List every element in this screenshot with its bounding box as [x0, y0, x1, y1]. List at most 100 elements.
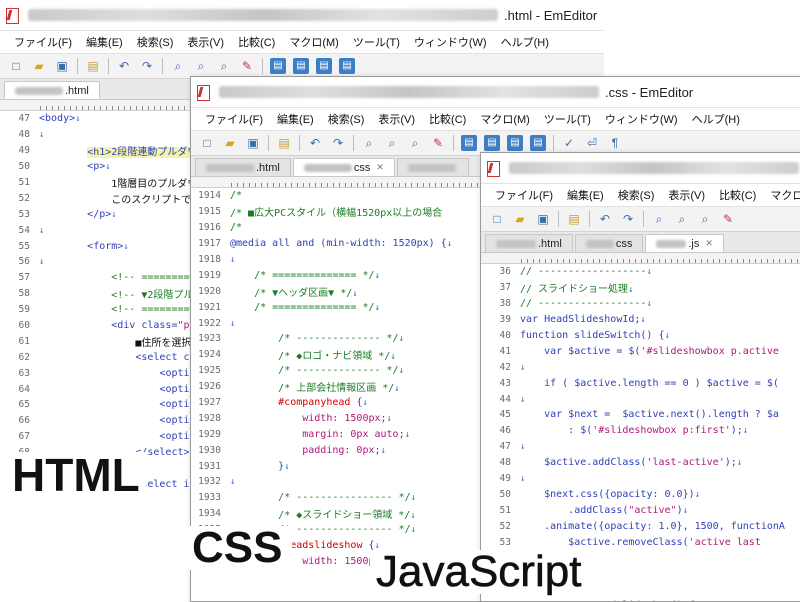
- code-text[interactable]: /* 上部会社情報区画 */↓: [225, 379, 400, 394]
- code-text[interactable]: ↓: [515, 473, 525, 484]
- new-file-icon[interactable]: □: [8, 58, 24, 74]
- code-line[interactable]: 40 function slideSwitch() {↓: [481, 328, 800, 344]
- menu-view[interactable]: 表示(V): [378, 111, 415, 127]
- code-text[interactable]: $next.css({opacity: 0.0})↓: [515, 489, 700, 500]
- code-text[interactable]: @media all and (min-width: 1520px) {↓: [225, 238, 452, 249]
- code-text[interactable]: <select clas: [34, 352, 207, 363]
- code-line[interactable]: 41 var $active = $('#slideshowbox p.acti…: [481, 343, 800, 359]
- code-text[interactable]: <!-- =========: [34, 304, 195, 315]
- menu-help[interactable]: ヘルプ(H): [692, 111, 740, 127]
- find-icon[interactable]: ⌕: [361, 135, 377, 151]
- menu-help[interactable]: ヘルプ(H): [501, 34, 549, 50]
- menu-macro[interactable]: マクロ(M): [770, 187, 800, 203]
- redo-icon[interactable]: ↷: [330, 135, 346, 151]
- code-text[interactable]: </p>↓: [34, 209, 117, 220]
- code-text[interactable]: // スライドショー処理↓: [515, 280, 633, 295]
- code-text[interactable]: // ------------------↓: [515, 298, 652, 309]
- code-text[interactable]: このスクリプトで2: [34, 191, 197, 206]
- menu-file[interactable]: ファイル(F): [205, 111, 263, 127]
- find-next-icon[interactable]: ⌕: [384, 135, 400, 151]
- code-text[interactable]: width: 1500px;↓: [225, 413, 392, 424]
- code-text[interactable]: $active.removeClass('active last: [515, 537, 761, 548]
- view-mode-icon[interactable]: ▤: [507, 135, 523, 151]
- paste-icon[interactable]: ▤: [566, 211, 582, 227]
- code-text[interactable]: /* ============== */↓: [225, 302, 380, 313]
- code-line[interactable]: 43 if ( $active.length == 0 ) $active = …: [481, 375, 800, 391]
- code-text[interactable]: function slideSwitch() {↓: [515, 330, 670, 341]
- code-text[interactable]: }↓: [225, 461, 289, 472]
- code-text[interactable]: .animate({opacity: 1.0}, 1500, functionA: [515, 521, 785, 532]
- code-line[interactable]: 51 .addClass("active")↓: [481, 502, 800, 518]
- code-text[interactable]: /* ============== */↓: [225, 270, 380, 281]
- paste-icon[interactable]: ▤: [85, 58, 101, 74]
- code-text[interactable]: // ------------------↓: [515, 266, 652, 277]
- open-folder-icon[interactable]: ▰: [222, 135, 238, 151]
- code-text[interactable]: /*: [225, 190, 242, 201]
- code-text[interactable]: /*: [225, 222, 242, 233]
- whitespace-icon[interactable]: ¶: [607, 135, 623, 151]
- code-line[interactable]: 38 // ------------------↓: [481, 296, 800, 312]
- menu-edit[interactable]: 編集(E): [567, 187, 604, 203]
- code-text[interactable]: /* ■広大PCスタイル（横幅1520px以上の場合: [225, 204, 442, 219]
- code-text[interactable]: <div class="pulld: [34, 320, 213, 331]
- view-mode-icon[interactable]: ▤: [270, 58, 286, 74]
- code-text[interactable]: ↓: [515, 362, 525, 373]
- code-text[interactable]: /* ▼ヘッダ区画▼ */↓: [225, 284, 358, 299]
- code-text[interactable]: <body>↓: [34, 113, 81, 124]
- code-line[interactable]: 36 // ------------------↓: [481, 264, 800, 280]
- view-mode-icon[interactable]: ▤: [339, 58, 355, 74]
- save-icon[interactable]: ▣: [245, 135, 261, 151]
- menu-compare[interactable]: 比較(C): [238, 34, 275, 50]
- view-mode-icon[interactable]: ▤: [530, 135, 546, 151]
- code-text[interactable]: ↓: [515, 441, 525, 452]
- code-text[interactable]: <!-- ▼2段階プルダ: [34, 286, 203, 301]
- redo-icon[interactable]: ↷: [139, 58, 155, 74]
- code-line[interactable]: 49 ↓: [481, 471, 800, 487]
- tab-css-file[interactable]: css ✕: [292, 158, 395, 176]
- tab-js-file[interactable]: [396, 158, 469, 176]
- code-text[interactable]: /* ---------------- */↓: [225, 492, 416, 503]
- code-line[interactable]: 50 $next.css({opacity: 0.0})↓: [481, 486, 800, 502]
- code-line[interactable]: 42 ↓: [481, 359, 800, 375]
- code-text[interactable]: /* ◆ロゴ・ナビ領域 */↓: [225, 347, 396, 362]
- undo-icon[interactable]: ↶: [307, 135, 323, 151]
- code-line[interactable]: 44 ↓: [481, 391, 800, 407]
- code-text[interactable]: ↓: [225, 476, 235, 487]
- find-icon[interactable]: ⌕: [170, 58, 186, 74]
- code-line[interactable]: 46 : $('#slideshowbox p:first');↓: [481, 423, 800, 439]
- menu-tools[interactable]: ツール(T): [353, 34, 400, 50]
- menu-edit[interactable]: 編集(E): [86, 34, 123, 50]
- code-line[interactable]: 52 .animate({opacity: 1.0}, 1500, functi…: [481, 518, 800, 534]
- code-text[interactable]: /* -------------- */↓: [225, 365, 404, 376]
- code-line[interactable]: 45 var $next = $active.next().length ? $…: [481, 407, 800, 423]
- menu-file[interactable]: ファイル(F): [14, 34, 72, 50]
- code-text[interactable]: /* -------------- */↓: [225, 333, 404, 344]
- code-text[interactable]: ↓: [34, 256, 44, 267]
- check-spelling-icon[interactable]: ✓: [561, 135, 577, 151]
- word-wrap-icon[interactable]: ⏎: [584, 135, 600, 151]
- view-mode-icon[interactable]: ▤: [484, 135, 500, 151]
- undo-icon[interactable]: ↶: [116, 58, 132, 74]
- code-text[interactable]: var $active = $('#slideshowbox p.active: [515, 346, 779, 357]
- code-text[interactable]: : $('#slideshowbox p:first');↓: [515, 425, 748, 436]
- view-mode-icon[interactable]: ▤: [316, 58, 332, 74]
- code-text[interactable]: .addClass("active")↓: [515, 505, 688, 516]
- menu-view[interactable]: 表示(V): [187, 34, 224, 50]
- new-file-icon[interactable]: □: [489, 211, 505, 227]
- code-text[interactable]: if ( $active.length == 0 ) $active = $(: [515, 378, 779, 389]
- menu-window[interactable]: ウィンドウ(W): [414, 34, 487, 50]
- view-mode-icon[interactable]: ▤: [461, 135, 477, 151]
- find-prev-icon[interactable]: ⌕: [697, 211, 713, 227]
- code-text[interactable]: ↓: [34, 225, 44, 236]
- code-line[interactable]: 48 $active.addClass('last-active');↓: [481, 455, 800, 471]
- code-text[interactable]: ↓: [225, 318, 235, 329]
- code-line[interactable]: 37 // スライドショー処理↓: [481, 280, 800, 296]
- save-icon[interactable]: ▣: [54, 58, 70, 74]
- paste-icon[interactable]: ▤: [276, 135, 292, 151]
- highlight-off-icon[interactable]: ✎: [239, 58, 255, 74]
- find-next-icon[interactable]: ⌕: [193, 58, 209, 74]
- code-text[interactable]: ↓: [515, 394, 525, 405]
- code-line[interactable]: 39 var HeadSlideshowId;↓: [481, 312, 800, 328]
- save-icon[interactable]: ▣: [535, 211, 551, 227]
- tab-html-file[interactable]: .html: [4, 81, 100, 99]
